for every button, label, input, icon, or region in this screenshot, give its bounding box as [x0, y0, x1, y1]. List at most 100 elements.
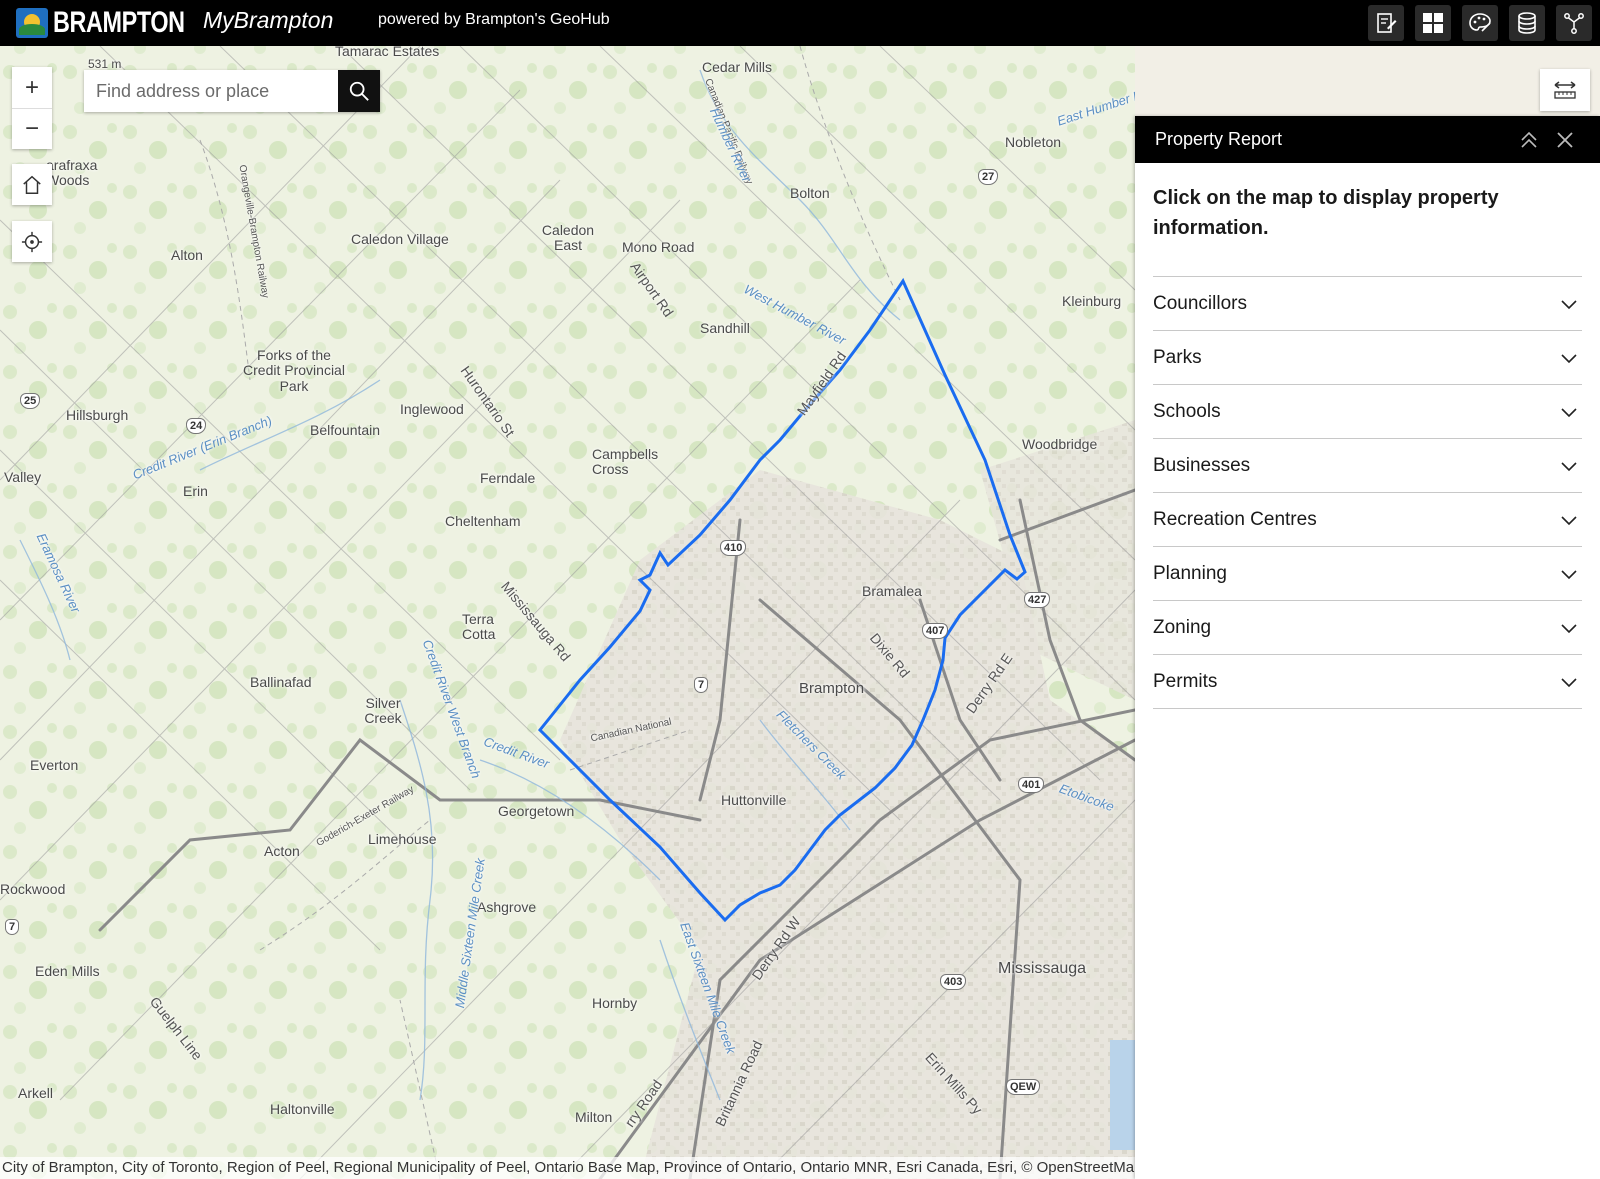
place-label: Milton: [575, 1109, 613, 1125]
panel-instructions: Click on the map to display property inf…: [1153, 187, 1499, 239]
map-attribution: City of Brampton, City of Toronto, Regio…: [0, 1157, 1135, 1179]
powered-by-text: powered by Brampton's GeoHub: [378, 11, 610, 28]
place-label: Bramalea: [862, 583, 922, 599]
crosshair-locate-icon: [21, 231, 43, 252]
zoom-control: + −: [12, 67, 52, 149]
highway-shield: 407: [922, 623, 949, 639]
chevron-down-icon: [1561, 461, 1577, 471]
highway-shield: 410: [720, 540, 747, 556]
place-label: Huttonville: [721, 792, 787, 808]
measure-ruler-icon: [1554, 81, 1576, 99]
place-label: Ballinafad: [250, 674, 312, 690]
place-label: arafraxa Woods: [46, 157, 98, 189]
logo-text: BRAMPTON: [53, 6, 185, 39]
highway-shield: 401: [1018, 777, 1045, 793]
place-label: Ashgrove: [477, 899, 537, 915]
place-label: Georgetown: [498, 803, 575, 819]
place-label: Valley: [4, 469, 42, 485]
place-label: Terra Cotta: [462, 611, 496, 643]
measure-button[interactable]: [1540, 69, 1590, 111]
section-businesses[interactable]: Businesses: [1153, 439, 1582, 493]
brampton-logo[interactable]: BRAMPTON: [16, 6, 222, 39]
basemap-palette-icon: [1469, 13, 1491, 32]
panel-title: Property Report: [1155, 129, 1283, 149]
place-label: Rockwood: [0, 881, 66, 897]
brampton-flower-icon: [16, 8, 48, 38]
map-view[interactable]: Tamarac Estates 531 m Cedar Mills Noblet…: [0, 46, 1135, 1179]
section-recreation-centres[interactable]: Recreation Centres: [1153, 493, 1582, 547]
place-label: Inglewood: [400, 401, 464, 417]
section-label: Permits: [1153, 670, 1218, 692]
collapse-up-icon[interactable]: [1517, 128, 1541, 152]
section-permits[interactable]: Permits: [1153, 655, 1582, 709]
panel-header: Property Report: [1135, 116, 1600, 163]
highway-shield: QEW: [1006, 1079, 1041, 1095]
place-label: Erin: [183, 483, 208, 499]
place-label: Silver Creek: [364, 695, 402, 727]
place-label: Belfountain: [310, 422, 381, 438]
section-label: Zoning: [1153, 616, 1212, 638]
place-label: Mono Road: [622, 239, 695, 255]
section-planning[interactable]: Planning: [1153, 547, 1582, 601]
highway-shield: 403: [940, 974, 967, 990]
zoom-in-button[interactable]: +: [12, 67, 52, 108]
place-label: Hillsburgh: [66, 407, 129, 423]
place-label: Mississauga: [998, 960, 1087, 977]
place-label: Arkell: [18, 1085, 54, 1101]
chevron-down-icon: [1561, 569, 1577, 579]
chevron-down-icon: [1561, 299, 1577, 309]
search-widget: [84, 70, 380, 112]
home-icon: [23, 175, 41, 194]
place-label: Caledon Village: [351, 231, 449, 247]
edit-report-icon: [1377, 13, 1397, 33]
share-button[interactable]: [1556, 5, 1592, 41]
search-button[interactable]: [338, 70, 380, 112]
section-parks[interactable]: Parks: [1153, 331, 1582, 385]
layers-button[interactable]: [1509, 5, 1545, 41]
place-label: Cedar Mills: [702, 59, 773, 75]
section-label: Recreation Centres: [1153, 508, 1317, 530]
place-label: Caledon East: [541, 222, 595, 254]
locate-button[interactable]: [12, 221, 52, 262]
edit-report-button[interactable]: [1368, 5, 1404, 41]
section-label: Schools: [1153, 400, 1221, 422]
highway-shield: 427: [1024, 592, 1051, 608]
chevron-down-icon: [1561, 677, 1577, 687]
section-label: Parks: [1153, 346, 1202, 368]
highway-shield: 7: [694, 677, 709, 693]
section-label: Councillors: [1153, 292, 1247, 314]
place-label: Limehouse: [368, 831, 437, 847]
place-label: Acton: [264, 843, 300, 859]
section-councillors[interactable]: Councillors: [1153, 277, 1582, 331]
home-button[interactable]: [12, 164, 52, 205]
report-sections: Councillors Parks Schools Businesses Rec…: [1153, 276, 1582, 709]
place-label: Tamarac Estates: [335, 46, 440, 59]
place-label: Bolton: [790, 185, 830, 201]
app-header: BRAMPTON MyBrampton powered by Brampton'…: [0, 0, 1600, 46]
place-label: Everton: [30, 757, 79, 773]
place-label: Eden Mills: [35, 963, 100, 979]
place-label: Brampton: [799, 680, 865, 697]
basemap-gallery-button[interactable]: [1462, 5, 1498, 41]
place-label: Cheltenham: [445, 513, 521, 529]
widgets-grid-icon: [1423, 13, 1443, 33]
place-label: Hornby: [592, 995, 638, 1011]
chevron-down-icon: [1561, 623, 1577, 633]
section-zoning[interactable]: Zoning: [1153, 601, 1582, 655]
place-label: Forks of the Credit Provincial Park: [243, 347, 345, 394]
place-label: Ferndale: [480, 470, 536, 486]
zoom-out-button[interactable]: −: [12, 108, 52, 149]
section-label: Businesses: [1153, 454, 1251, 476]
place-label: Sandhill: [700, 320, 750, 336]
section-schools[interactable]: Schools: [1153, 385, 1582, 439]
close-icon[interactable]: [1553, 128, 1577, 152]
search-icon: [349, 81, 369, 101]
search-input[interactable]: [84, 70, 338, 112]
share-network-icon: [1564, 13, 1584, 34]
place-label: Kleinburg: [1062, 293, 1122, 309]
chevron-down-icon: [1561, 353, 1577, 363]
place-label: Woodbridge: [1022, 436, 1098, 452]
layers-database-icon: [1518, 12, 1536, 34]
widgets-grid-button[interactable]: [1415, 5, 1451, 41]
app-name: MyBrampton: [203, 7, 334, 33]
